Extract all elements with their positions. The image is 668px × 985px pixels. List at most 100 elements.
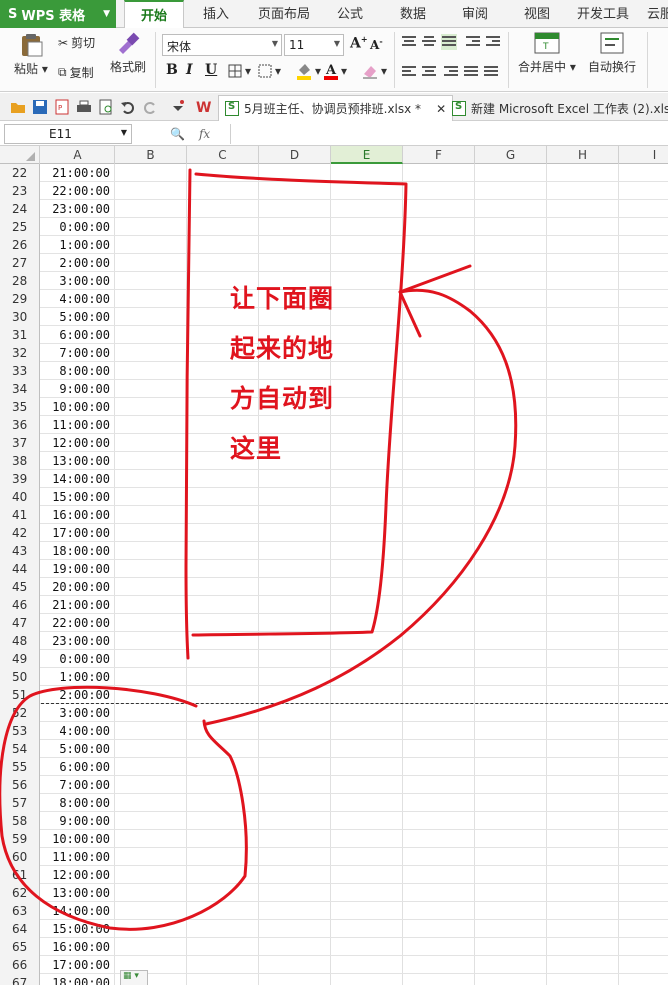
row-header[interactable]: 24 [0,200,40,218]
column-header-i[interactable]: I [619,146,668,164]
cell-a[interactable]: 0:00:00 [41,650,114,668]
cell-a[interactable]: 23:00:00 [41,632,114,650]
row-header[interactable]: 31 [0,326,40,344]
cell-a[interactable]: 16:00:00 [41,938,114,956]
cell-a[interactable]: 18:00:00 [41,974,114,985]
row-header[interactable]: 28 [0,272,40,290]
cell-a[interactable]: 13:00:00 [41,452,114,470]
app-menu-button[interactable]: S WPS 表格 ▼ [0,0,116,28]
formula-input[interactable] [230,124,668,144]
undo-icon[interactable] [120,99,136,115]
cell-a[interactable]: 1:00:00 [41,236,114,254]
row-header[interactable]: 29 [0,290,40,308]
align-top-icon[interactable] [402,36,416,48]
paste-options-button[interactable]: ▦ ▾ [120,970,148,985]
cell-a[interactable]: 8:00:00 [41,362,114,380]
close-icon[interactable]: ✕ [436,102,446,116]
row-header[interactable]: 33 [0,362,40,380]
increase-indent-icon[interactable] [486,36,500,48]
cell-a[interactable]: 11:00:00 [41,416,114,434]
align-middle-icon[interactable] [422,36,436,48]
row-header[interactable]: 36 [0,416,40,434]
cell-a[interactable]: 5:00:00 [41,740,114,758]
increase-font-button[interactable]: A+ [350,34,368,52]
cell-a[interactable]: 10:00:00 [41,830,114,848]
row-header[interactable]: 32 [0,344,40,362]
cell-a[interactable]: 9:00:00 [41,812,114,830]
cell-a[interactable]: 0:00:00 [41,218,114,236]
row-header[interactable]: 42 [0,524,40,542]
column-header-g[interactable]: G [475,146,547,164]
cell-a[interactable]: 14:00:00 [41,470,114,488]
open-folder-icon[interactable] [10,99,26,115]
cell-a[interactable]: 11:00:00 [41,848,114,866]
align-left-icon[interactable] [402,66,416,78]
tab-view[interactable]: 视图 [512,0,562,28]
row-header[interactable]: 51 [0,686,40,704]
align-center-icon[interactable] [422,66,436,78]
cell-a[interactable]: 12:00:00 [41,434,114,452]
column-header-f[interactable]: F [403,146,475,164]
paste-button[interactable]: 粘贴 ▾ [14,32,48,77]
cell-a[interactable]: 14:00:00 [41,902,114,920]
doc-tab-active[interactable]: 5月班主任、协调员预排班.xlsx * ✕ [218,95,454,121]
row-header[interactable]: 59 [0,830,40,848]
cell-a[interactable]: 20:00:00 [41,578,114,596]
cell-style-button[interactable]: ▾ [258,64,281,78]
justify-icon[interactable] [464,66,478,78]
row-header[interactable]: 39 [0,470,40,488]
print-preview-icon[interactable] [98,99,114,115]
underline-button[interactable]: U [205,62,217,78]
row-header[interactable]: 46 [0,596,40,614]
cell-a[interactable]: 2:00:00 [41,686,114,704]
cell-a[interactable]: 3:00:00 [41,704,114,722]
tab-developer[interactable]: 开发工具 [572,0,634,28]
row-header[interactable]: 26 [0,236,40,254]
export-pdf-icon[interactable]: P [54,99,70,115]
cell-a[interactable]: 7:00:00 [41,776,114,794]
column-header-h[interactable]: H [547,146,619,164]
cell-a[interactable]: 6:00:00 [41,758,114,776]
row-header[interactable]: 55 [0,758,40,776]
column-header-e[interactable]: E [331,146,403,164]
font-name-select[interactable]: 宋体 ▼ [162,34,282,56]
bold-button[interactable]: B [166,62,178,78]
cell-a[interactable]: 15:00:00 [41,920,114,938]
decrease-font-button[interactable]: A- [370,36,383,52]
decrease-indent-icon[interactable] [466,36,480,48]
align-right-icon[interactable] [444,66,458,78]
cell-a[interactable]: 6:00:00 [41,326,114,344]
row-header[interactable]: 48 [0,632,40,650]
select-all-corner[interactable] [0,146,40,164]
fill-color-button[interactable]: ▾ [296,62,321,80]
name-box[interactable]: E11 ▼ [4,124,132,144]
row-header[interactable]: 58 [0,812,40,830]
cell-a[interactable]: 18:00:00 [41,542,114,560]
font-color-button[interactable]: A ▾ [324,62,347,80]
distributed-align-icon[interactable] [484,66,498,78]
row-header[interactable]: 44 [0,560,40,578]
doc-tab[interactable]: 新建 Microsoft Excel 工作表 (2).xlsx [446,95,668,121]
row-header[interactable]: 47 [0,614,40,632]
cell-a[interactable]: 17:00:00 [41,524,114,542]
row-header[interactable]: 49 [0,650,40,668]
cell-a[interactable]: 21:00:00 [41,164,114,182]
zoom-icon[interactable]: 🔍 [170,127,185,141]
row-header[interactable]: 56 [0,776,40,794]
row-header[interactable]: 53 [0,722,40,740]
row-header[interactable]: 66 [0,956,40,974]
row-header[interactable]: 52 [0,704,40,722]
cell-a[interactable]: 1:00:00 [41,668,114,686]
row-header[interactable]: 54 [0,740,40,758]
cell-a[interactable]: 16:00:00 [41,506,114,524]
align-bottom-icon[interactable] [441,34,457,50]
row-header[interactable]: 41 [0,506,40,524]
row-header[interactable]: 35 [0,398,40,416]
column-header-b[interactable]: B [115,146,187,164]
cell-a[interactable]: 5:00:00 [41,308,114,326]
font-size-select[interactable]: 11 ▼ [284,34,344,56]
row-header[interactable]: 61 [0,866,40,884]
save-icon[interactable] [32,99,48,115]
row-header[interactable]: 27 [0,254,40,272]
tab-formulas[interactable]: 公式 [325,0,375,28]
